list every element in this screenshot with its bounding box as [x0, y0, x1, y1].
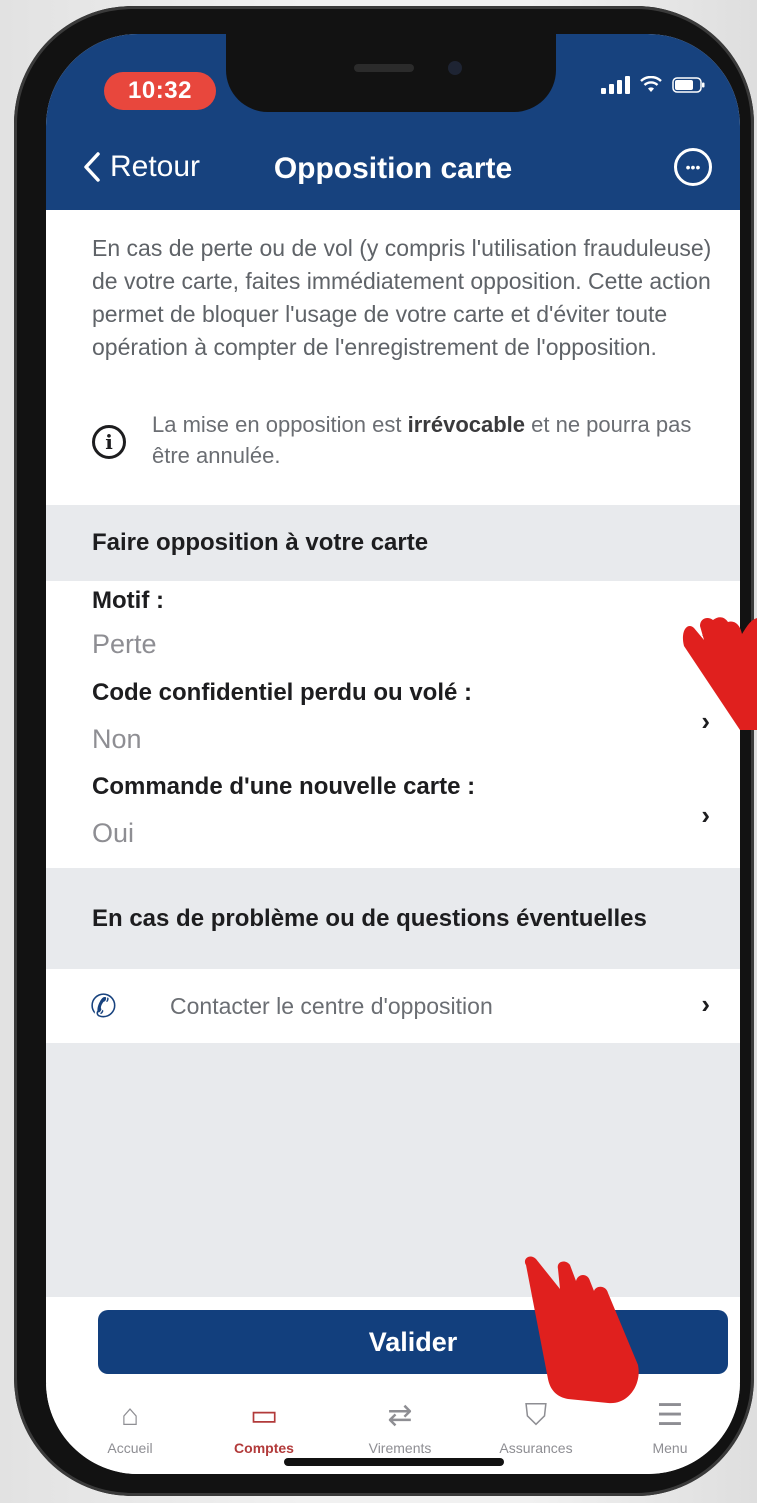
- notch: [226, 34, 556, 112]
- field-value: Non: [92, 724, 142, 754]
- tab-assurances[interactable]: ⛉ Assurances: [476, 1396, 596, 1456]
- chevron-right-icon: ›: [701, 800, 710, 830]
- tab-label: Menu: [652, 1440, 688, 1456]
- tab-accueil[interactable]: ⌂ Accueil: [70, 1396, 190, 1456]
- irrevocable-notice: i La mise en opposition est irrévocable …: [92, 409, 712, 471]
- field-label: Code confidentiel perdu ou volé :: [92, 679, 473, 706]
- signal-icon: [601, 76, 630, 94]
- status-time: 10:32: [104, 72, 216, 110]
- wifi-icon: [640, 76, 662, 92]
- chat-icon[interactable]: •••: [674, 148, 712, 186]
- field-value: Perte: [92, 629, 157, 659]
- page-title: Opposition carte: [273, 152, 513, 185]
- field-value: Oui: [92, 818, 135, 848]
- status-icons: [601, 76, 706, 94]
- section-header-help: En cas de problème ou de questions évent…: [46, 868, 740, 969]
- contact-label: Contacter le centre d'opposition: [170, 993, 493, 1019]
- phone-icon: ✆: [90, 988, 117, 1024]
- navigation-bar: Retour Opposition carte •••: [46, 146, 740, 202]
- tab-comptes[interactable]: ▭ Comptes: [204, 1396, 324, 1456]
- pointer-hand-icon: [682, 617, 757, 730]
- card-icon: ▭: [249, 1399, 279, 1432]
- transfer-icon: ⇄: [387, 1399, 413, 1432]
- field-label: Commande d'une nouvelle carte :: [92, 773, 476, 800]
- tab-label: Assurances: [499, 1440, 573, 1456]
- field-label: Motif :: [92, 587, 164, 614]
- camera: [448, 61, 462, 75]
- tab-label: Virements: [368, 1440, 432, 1456]
- battery-icon: [672, 77, 705, 93]
- intro-text: En cas de perte ou de vol (y compris l'u…: [92, 235, 712, 360]
- notice-text: La mise en opposition est irrévocable et…: [152, 409, 712, 471]
- home-icon: ⌂: [120, 1399, 140, 1432]
- top-bar: 10:32 Retour Opposition carte •••: [46, 34, 740, 210]
- tab-virements[interactable]: ⇄ Virements: [340, 1396, 460, 1456]
- notice-text-bold: irrévocable: [407, 412, 526, 437]
- tab-label: Accueil: [107, 1440, 153, 1456]
- tab-label: Comptes: [234, 1440, 294, 1456]
- contact-opposition-row[interactable]: ✆ Contacter le centre d'opposition ›: [46, 969, 740, 1043]
- speaker: [354, 64, 414, 72]
- home-indicator: [284, 1458, 504, 1466]
- section-header-opposition: Faire opposition à votre carte: [46, 505, 740, 581]
- chevron-right-icon: ›: [701, 989, 710, 1019]
- tab-menu[interactable]: ☰ Menu: [610, 1396, 730, 1456]
- notice-text-start: La mise en opposition est: [152, 412, 408, 437]
- info-icon: i: [92, 425, 126, 459]
- pointer-hand-icon: [524, 1256, 639, 1404]
